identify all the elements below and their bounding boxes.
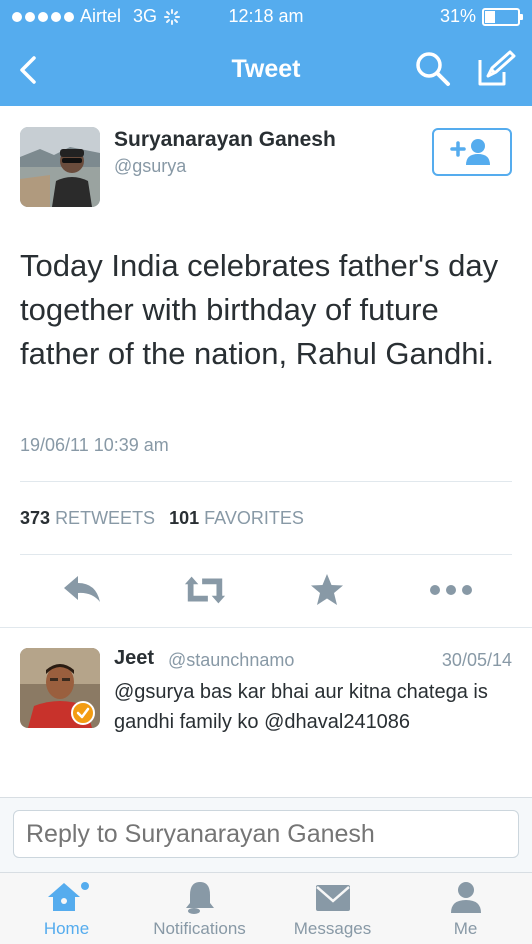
reply-text: @gsurya bas kar bhai aur kitna chatega i… (114, 681, 488, 733)
page-title: Tweet (231, 55, 301, 83)
retweet-button[interactable] (183, 570, 227, 610)
tweet-timestamp: 19/06/11 10:39 am (20, 435, 169, 455)
more-button[interactable] (429, 570, 473, 610)
favorites-count: 101 (169, 508, 200, 528)
tab-home[interactable]: Home (0, 873, 133, 944)
author-avatar[interactable] (20, 127, 100, 207)
author-name[interactable]: Suryanarayan Ganesh (114, 128, 336, 152)
compose-icon (478, 50, 516, 86)
add-user-icon (450, 139, 490, 165)
tab-notifications[interactable]: Notifications (133, 873, 266, 944)
home-icon (47, 882, 89, 911)
divider (0, 627, 532, 628)
follow-button[interactable] (432, 128, 512, 176)
retweets-count: 373 (20, 508, 51, 528)
tab-me[interactable]: Me (399, 873, 532, 944)
reply-button[interactable] (60, 570, 104, 610)
more-dots-icon (430, 585, 472, 595)
status-bar: Airtel 3G 12:18 am 31% (0, 6, 532, 30)
divider (20, 554, 512, 555)
retweets-stat[interactable]: 373 RETWEETS (20, 508, 155, 529)
favorites-stat[interactable]: 101 FAVORITES (169, 508, 304, 529)
favorites-label: FAVORITES (204, 508, 304, 528)
reply-author-handle[interactable]: @staunchnamo (168, 650, 294, 671)
tab-label: Notifications (153, 919, 246, 938)
tab-label: Messages (293, 919, 372, 938)
app-header: Airtel 3G 12:18 am 31% Tweet (0, 0, 532, 106)
reply-icon (64, 576, 100, 602)
tab-messages[interactable]: Messages (266, 873, 399, 944)
favorite-button[interactable] (305, 570, 349, 610)
search-icon (416, 52, 450, 86)
person-icon (450, 882, 481, 913)
author-handle[interactable]: @gsurya (114, 156, 186, 177)
tweet-stats: 373 RETWEETS 101 FAVORITES (20, 508, 304, 529)
battery-icon (482, 7, 523, 26)
star-icon (311, 574, 343, 605)
bell-icon (185, 882, 214, 914)
search-button[interactable] (414, 50, 452, 88)
status-right: 31% (439, 6, 523, 27)
retweets-label: RETWEETS (55, 508, 156, 528)
nav-bar: Tweet (0, 44, 532, 96)
battery-percent: 31% (439, 6, 476, 26)
reply-avatar[interactable] (20, 648, 100, 728)
divider (20, 481, 512, 482)
tab-label: Home (43, 919, 90, 938)
tab-label: Me (453, 919, 478, 938)
reply-input[interactable] (13, 810, 519, 858)
tweet-text: Today India celebrates father's day toge… (20, 248, 499, 371)
tweet-actions (0, 570, 532, 610)
tab-bar: Home Notifications Messages Me (0, 872, 532, 944)
retweet-icon (184, 576, 226, 604)
compose-button[interactable] (474, 48, 518, 88)
reply-date: 30/05/14 (441, 650, 512, 670)
envelope-icon (315, 885, 350, 911)
reply-author-name[interactable]: Jeet (114, 647, 154, 670)
